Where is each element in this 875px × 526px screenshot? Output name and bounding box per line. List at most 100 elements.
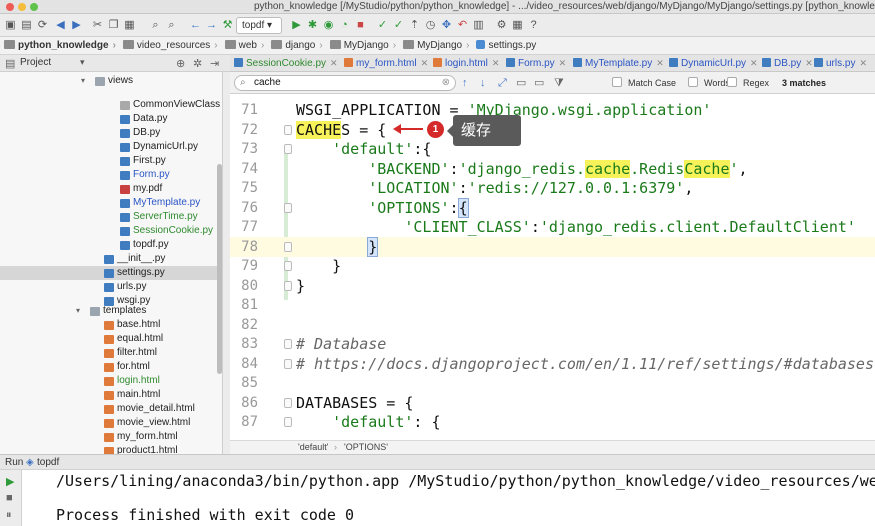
- tree-file[interactable]: SessionCookie.py: [0, 224, 222, 238]
- code-line[interactable]: 83 # Database: [230, 334, 875, 354]
- next-match-icon[interactable]: ↓: [480, 76, 486, 90]
- chevron-down-icon[interactable]: ▾: [80, 57, 85, 68]
- code-path-item[interactable]: 'OPTIONS': [344, 441, 388, 454]
- tree-file[interactable]: MyTemplate.py: [0, 196, 222, 210]
- run-console[interactable]: /Users/lining/anaconda3/bin/python.app /…: [22, 470, 875, 526]
- vcs-push-icon[interactable]: ⇡: [407, 18, 422, 33]
- code-line[interactable]: 72 CACHES = {: [230, 120, 875, 140]
- help-icon[interactable]: ?: [526, 18, 541, 33]
- tree-scrollbar[interactable]: [217, 164, 222, 374]
- back-icon[interactable]: ◀: [53, 18, 68, 33]
- code-path-item[interactable]: 'default': [298, 441, 328, 454]
- run-tab-label[interactable]: Run: [5, 457, 23, 468]
- project-view-label[interactable]: Project: [20, 57, 51, 68]
- tree-file[interactable]: DB.py: [0, 126, 222, 140]
- nav-forward-icon[interactable]: →: [204, 18, 219, 33]
- editor-tab[interactable]: my_form.html ✕: [344, 55, 428, 71]
- close-tab-icon[interactable]: ✕: [859, 58, 867, 68]
- tree-file[interactable]: my.pdf: [0, 182, 222, 196]
- tree-file[interactable]: settings.py: [0, 266, 222, 280]
- debug-icon[interactable]: ✱: [305, 18, 320, 33]
- profile-icon[interactable]: ◔: [337, 18, 352, 33]
- stop-icon[interactable]: ■: [353, 18, 368, 33]
- tree-file[interactable]: Form.py: [0, 168, 222, 182]
- tree-file[interactable]: __init__.py: [0, 252, 222, 266]
- editor-tab[interactable]: SessionCookie.py ✕: [234, 55, 338, 71]
- close-tab-icon[interactable]: ✕: [330, 58, 338, 68]
- run-configuration-select[interactable]: topdf ▾: [236, 17, 282, 34]
- tree-file[interactable]: Data.py: [0, 112, 222, 126]
- nav-back-icon[interactable]: ←: [188, 18, 203, 33]
- breadcrumb-item[interactable]: web ›: [221, 37, 268, 55]
- code-line[interactable]: 84 # https://docs.djangoproject.com/en/1.…: [230, 354, 875, 374]
- code-line[interactable]: 80}: [230, 276, 875, 296]
- code-line[interactable]: 71 WSGI_APPLICATION = 'MyDjango.wsgi.appl…: [230, 100, 875, 120]
- vcs-commit-icon[interactable]: ✓: [391, 18, 406, 33]
- tree-file[interactable]: my_form.html: [0, 430, 222, 444]
- close-tab-icon[interactable]: ✕: [750, 58, 758, 68]
- search-input[interactable]: ⌕ cache ⊗: [234, 75, 456, 91]
- minimize-window-button[interactable]: [18, 3, 26, 11]
- stop-run-icon[interactable]: ■: [6, 492, 13, 504]
- code-line[interactable]: 75 'LOCATION':'redis://127.0.0.1:6379',: [230, 178, 875, 198]
- rerun-icon[interactable]: ▶: [6, 475, 14, 488]
- sync-icon[interactable]: ⟳: [35, 18, 50, 33]
- breadcrumb-item[interactable]: settings.py: [472, 37, 539, 55]
- close-tab-icon[interactable]: ✕: [492, 58, 500, 68]
- revert-icon[interactable]: ↶: [455, 18, 470, 33]
- close-tab-icon[interactable]: ✕: [559, 58, 567, 68]
- sdk-icon[interactable]: ▦: [510, 18, 525, 33]
- tree-file[interactable]: urls.py: [0, 280, 222, 294]
- breadcrumb-item[interactable]: video_resources ›: [119, 37, 221, 55]
- tree-file[interactable]: filter.html: [0, 346, 222, 360]
- code-line[interactable]: 87 'default': {: [230, 412, 875, 432]
- previous-match-icon[interactable]: ↑: [462, 76, 468, 90]
- tree-folder[interactable]: ▾ templates: [0, 304, 222, 318]
- pause-output-icon[interactable]: ⏸: [6, 509, 12, 522]
- replace-icon[interactable]: ⌕: [164, 18, 179, 33]
- tree-file[interactable]: ServerTime.py: [0, 210, 222, 224]
- vcs-update-icon[interactable]: ✓: [375, 18, 390, 33]
- code-line[interactable]: 82: [230, 315, 875, 335]
- fold-marker-icon[interactable]: [284, 397, 292, 408]
- tree-file[interactable]: for.html: [0, 360, 222, 374]
- tree-file[interactable]: CommonViewClass: [0, 98, 222, 112]
- fold-marker-icon[interactable]: [284, 261, 292, 271]
- close-tab-icon[interactable]: ✕: [656, 58, 664, 68]
- fold-marker-icon[interactable]: [284, 280, 292, 291]
- add-selection-icon[interactable]: ▭: [516, 76, 526, 90]
- editor-tab[interactable]: urls.py ✕: [814, 55, 867, 71]
- find-icon[interactable]: ⌕: [148, 18, 163, 33]
- code-line[interactable]: 78 }: [230, 236, 875, 257]
- build-icon[interactable]: ⚒: [220, 18, 235, 33]
- forward-icon[interactable]: ▶: [69, 18, 84, 33]
- fold-marker-icon[interactable]: [284, 144, 292, 154]
- editor-tab[interactable]: DynamicUrl.py ✕: [669, 55, 758, 71]
- select-occurrences-icon[interactable]: ▭: [534, 76, 544, 90]
- match-case-checkbox[interactable]: Match Case: [612, 77, 676, 89]
- run-config-tab[interactable]: topdf: [37, 457, 59, 468]
- select-all-occurrences-icon[interactable]: ⤢: [498, 76, 507, 90]
- regex-checkbox[interactable]: Regex: [727, 77, 769, 89]
- project-structure-icon[interactable]: ▥: [471, 18, 486, 33]
- code-line[interactable]: 86 DATABASES = {: [230, 393, 875, 413]
- structure-icon[interactable]: ⚙: [494, 18, 509, 33]
- fold-marker-icon[interactable]: [284, 241, 292, 252]
- breadcrumb-item[interactable]: MyDjango ›: [399, 37, 472, 55]
- fold-marker-icon[interactable]: [284, 358, 292, 369]
- clear-search-icon[interactable]: ⊗: [442, 76, 450, 90]
- filter-icon[interactable]: ⧩: [554, 76, 564, 90]
- code-line[interactable]: 81: [230, 295, 875, 315]
- project-settings-icon[interactable]: ✲: [193, 57, 202, 70]
- tree-file[interactable]: topdf.py: [0, 238, 222, 252]
- zoom-window-button[interactable]: [30, 3, 38, 11]
- chevron-down-icon[interactable]: ▾: [81, 74, 85, 88]
- code-line[interactable]: 85: [230, 373, 875, 393]
- breadcrumb-item[interactable]: django ›: [267, 37, 325, 55]
- locate-icon[interactable]: ⊕: [176, 57, 185, 70]
- close-window-button[interactable]: [6, 3, 14, 11]
- tree-file[interactable]: main.html: [0, 388, 222, 402]
- chevron-down-icon[interactable]: ▾: [76, 304, 80, 318]
- run-icon[interactable]: ▶: [289, 18, 304, 33]
- code-line[interactable]: 79 }: [230, 256, 875, 276]
